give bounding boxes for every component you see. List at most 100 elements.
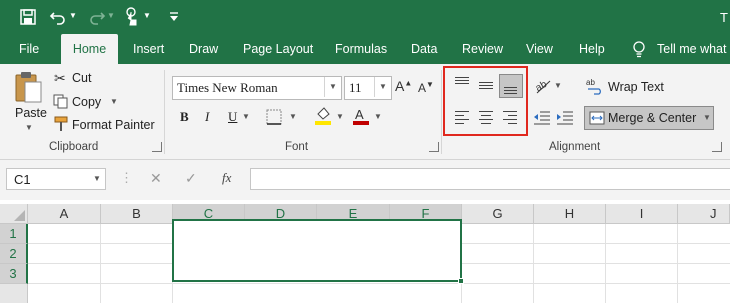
font-size-value: 11 xyxy=(349,80,362,95)
fill-handle[interactable] xyxy=(458,278,464,284)
italic-button[interactable]: I xyxy=(205,109,209,125)
font-name-value: Times New Roman xyxy=(177,80,278,95)
tab-formulas[interactable]: Formulas xyxy=(335,34,387,64)
chevron-down-icon[interactable]: ▼ xyxy=(324,77,341,97)
column-header[interactable]: B xyxy=(101,204,173,224)
formula-input[interactable] xyxy=(250,168,730,190)
fill-color-dropdown-icon[interactable]: ▼ xyxy=(336,112,344,121)
underline-dropdown-icon[interactable]: ▼ xyxy=(242,112,250,121)
tell-me-search[interactable]: Tell me what s xyxy=(657,34,730,86)
name-box-value: C1 xyxy=(14,172,31,187)
format-painter-icon xyxy=(54,116,68,131)
align-left-icon[interactable] xyxy=(451,107,473,129)
orientation-icon[interactable]: ab xyxy=(533,75,553,95)
select-all-corner[interactable] xyxy=(0,204,28,224)
chevron-down-icon[interactable]: ▼ xyxy=(93,174,101,183)
font-color-dropdown-icon[interactable]: ▼ xyxy=(374,112,382,121)
svg-text:ab: ab xyxy=(534,79,550,94)
undo-icon[interactable] xyxy=(49,9,67,25)
tab-data[interactable]: Data xyxy=(411,34,437,64)
save-icon[interactable] xyxy=(20,9,36,25)
decrease-font-icon[interactable]: A▼ xyxy=(418,80,434,95)
select-all-icon xyxy=(14,210,25,221)
group-separator xyxy=(441,70,442,154)
column-header[interactable]: H xyxy=(534,204,606,224)
merge-center-label: Merge & Center xyxy=(608,111,697,125)
redo-dropdown-icon[interactable]: ▼ xyxy=(107,11,115,20)
svg-text:A: A xyxy=(355,107,364,122)
column-header[interactable]: G xyxy=(462,204,534,224)
font-launcher-icon[interactable] xyxy=(429,142,439,152)
merge-dropdown-icon[interactable]: ▼ xyxy=(703,113,711,122)
middle-align-icon[interactable] xyxy=(475,74,497,96)
tab-page-layout[interactable]: Page Layout xyxy=(243,34,313,64)
bold-button[interactable]: B xyxy=(180,109,189,125)
tab-help[interactable]: Help xyxy=(579,34,605,64)
scissors-icon: ✂ xyxy=(54,70,66,86)
redo-icon[interactable] xyxy=(88,9,106,25)
name-box[interactable]: C1 ▼ xyxy=(6,168,106,190)
font-color-icon[interactable]: A xyxy=(352,106,370,126)
copy-icon xyxy=(53,94,68,109)
align-right-icon[interactable] xyxy=(499,107,521,129)
font-name-combo[interactable]: Times New Roman ▼ xyxy=(172,76,342,100)
row-header[interactable]: 3 xyxy=(0,264,28,284)
borders-dropdown-icon[interactable]: ▼ xyxy=(289,112,297,121)
merge-center-icon xyxy=(589,111,605,125)
fill-color-icon[interactable] xyxy=(314,106,332,126)
tab-file[interactable]: File xyxy=(19,34,39,64)
vertical-dots-icon: ⋮ xyxy=(120,170,133,185)
orientation-dropdown-icon[interactable]: ▼ xyxy=(554,81,562,90)
customize-qat-icon[interactable] xyxy=(168,11,180,23)
increase-indent-icon[interactable] xyxy=(556,110,574,126)
column-header[interactable]: J xyxy=(678,204,730,224)
title-bar: ▼ ▼ ▼ T xyxy=(0,0,730,34)
paste-dropdown-icon[interactable]: ▼ xyxy=(25,123,33,132)
align-center-icon[interactable] xyxy=(475,107,497,129)
top-align-icon[interactable] xyxy=(451,74,473,96)
copy-dropdown-icon[interactable]: ▼ xyxy=(110,97,118,106)
lightbulb-icon xyxy=(633,41,645,58)
bottom-align-icon[interactable] xyxy=(499,74,523,98)
row-header[interactable]: 2 xyxy=(0,244,28,264)
clipboard-group-label: Clipboard xyxy=(49,141,99,153)
insert-function-icon[interactable]: fx xyxy=(222,170,231,186)
tab-review[interactable]: Review xyxy=(462,34,503,64)
column-header[interactable]: A xyxy=(28,204,101,224)
decrease-indent-icon[interactable] xyxy=(533,110,551,126)
selected-range[interactable] xyxy=(172,219,462,282)
clipboard-launcher-icon[interactable] xyxy=(152,142,162,152)
column-header[interactable]: I xyxy=(606,204,678,224)
row-header[interactable]: 1 xyxy=(0,224,28,244)
svg-text:ab: ab xyxy=(586,78,595,87)
touch-dropdown-icon[interactable]: ▼ xyxy=(143,11,151,20)
font-size-combo[interactable]: 11 ▼ xyxy=(344,76,392,100)
row-header[interactable] xyxy=(0,284,28,303)
ribbon-tab-bar: File Home Insert Draw Page Layout Formul… xyxy=(0,34,730,86)
wrap-text-icon[interactable]: ab xyxy=(586,77,604,95)
touch-mode-icon[interactable] xyxy=(124,7,140,27)
font-group-label: Font xyxy=(285,141,309,153)
cancel-icon[interactable]: ✕ xyxy=(150,170,162,187)
merge-center-button[interactable]: Merge & Center ▼ xyxy=(584,106,714,130)
window-title: T xyxy=(720,10,728,25)
cut-button[interactable]: Cut xyxy=(72,71,91,85)
paste-button[interactable]: Paste xyxy=(15,106,47,120)
borders-icon[interactable] xyxy=(266,109,283,125)
tab-insert[interactable]: Insert xyxy=(133,34,164,64)
alignment-launcher-icon[interactable] xyxy=(712,142,722,152)
copy-button[interactable]: Copy xyxy=(72,95,101,109)
alignment-group-label: Alignment xyxy=(549,141,601,153)
gridline xyxy=(28,283,730,284)
format-painter-button[interactable]: Format Painter xyxy=(72,118,155,132)
tab-home[interactable]: Home xyxy=(61,34,118,64)
tab-draw[interactable]: Draw xyxy=(189,34,218,64)
increase-font-icon[interactable]: A▲ xyxy=(395,78,412,94)
wrap-text-button[interactable]: Wrap Text xyxy=(608,80,664,94)
chevron-down-icon[interactable]: ▼ xyxy=(374,77,391,97)
undo-dropdown-icon[interactable]: ▼ xyxy=(69,11,77,20)
paste-icon[interactable] xyxy=(14,70,44,104)
enter-check-icon[interactable]: ✓ xyxy=(185,170,197,187)
underline-button[interactable]: U xyxy=(228,109,237,125)
tab-view[interactable]: View xyxy=(526,34,553,64)
